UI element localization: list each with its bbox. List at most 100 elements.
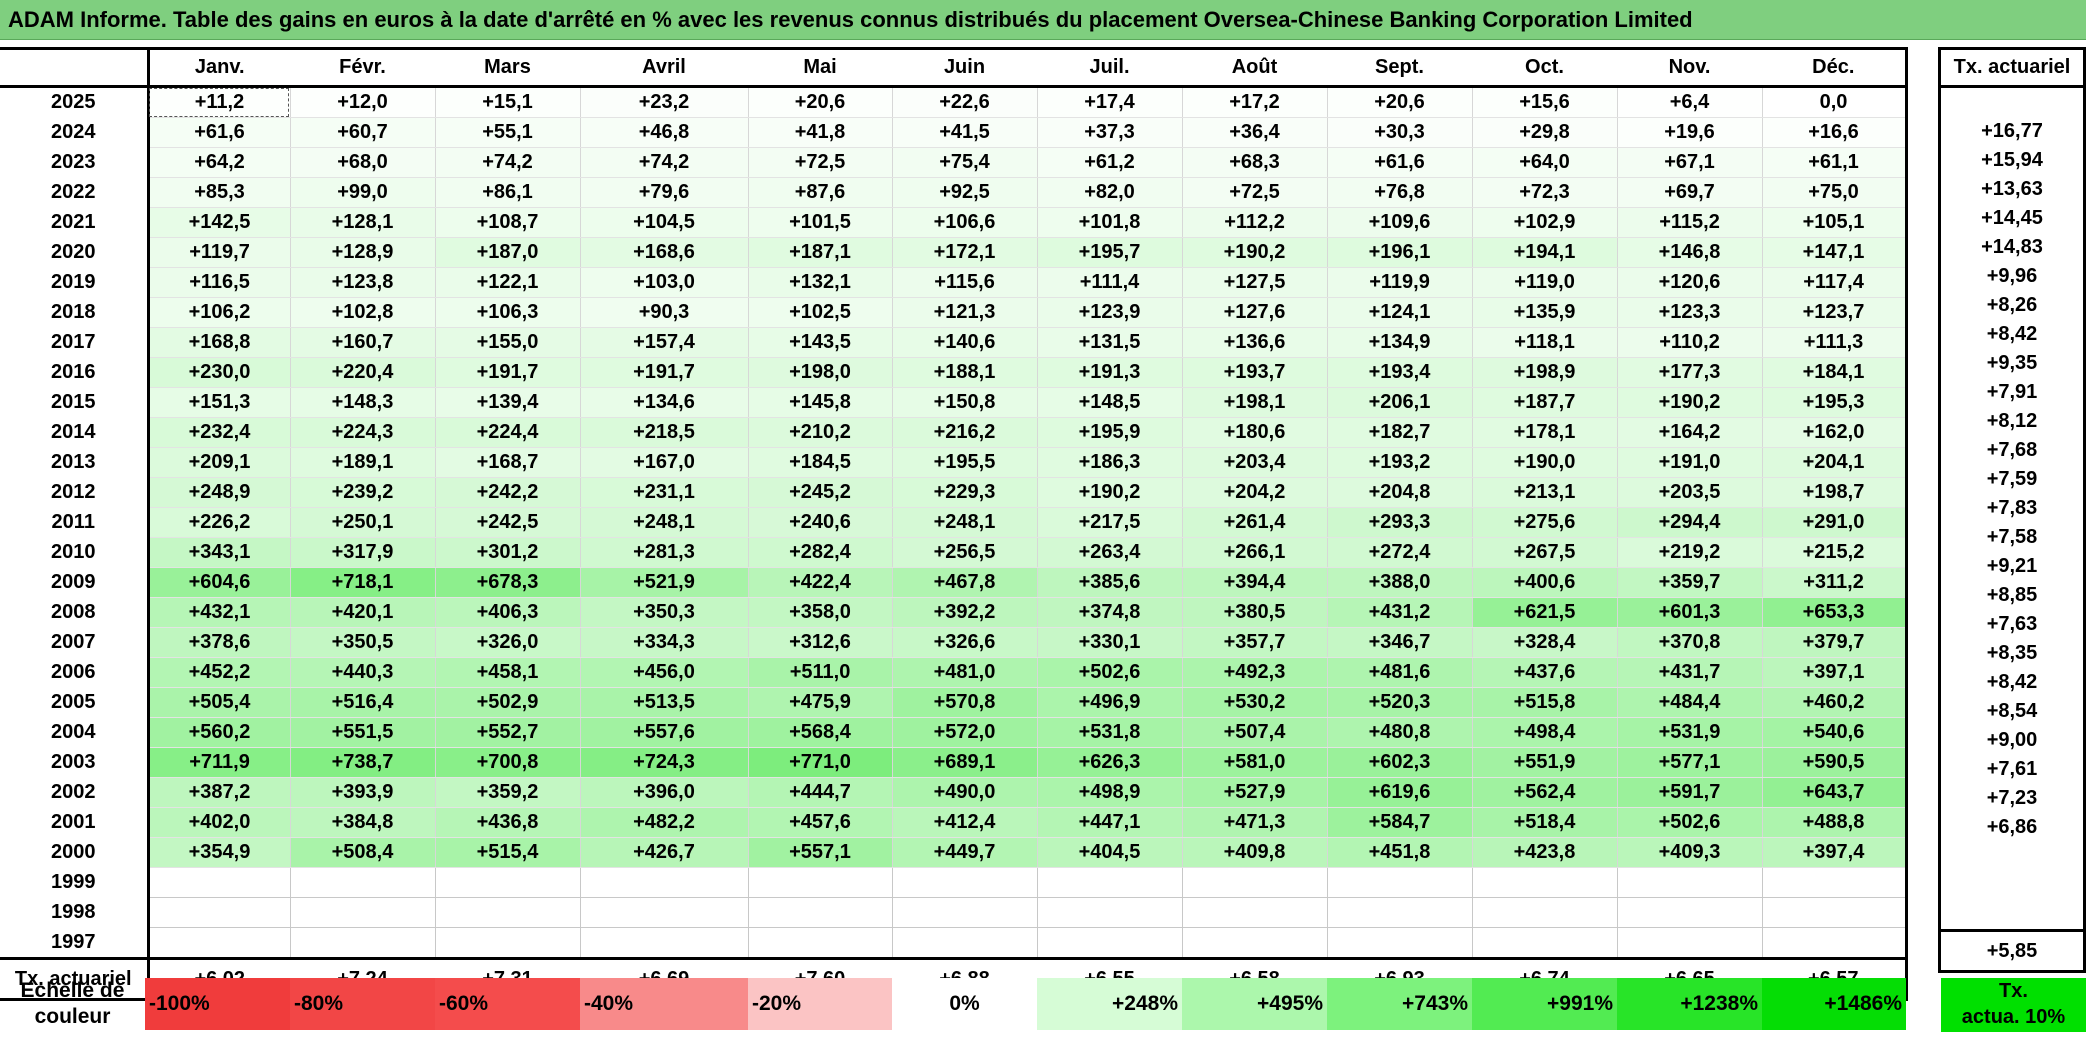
gain-cell: +111,3: [1761, 327, 1908, 358]
gain-cell: +242,5: [434, 507, 580, 538]
gain-cell: +29,8: [1471, 117, 1617, 148]
gain-cell: +513,5: [579, 687, 748, 718]
gain-cell: +231,1: [579, 477, 748, 508]
gain-cell: +326,6: [891, 627, 1037, 658]
gain-cell: +102,8: [289, 297, 435, 328]
gain-cell: +220,4: [289, 357, 435, 388]
gain-cell: +20,6: [747, 86, 892, 118]
gain-cell: +357,7: [1181, 627, 1327, 658]
month-header: Mai: [748, 47, 892, 88]
gain-cell: +261,4: [1181, 507, 1327, 538]
gain-cell: +134,6: [579, 387, 748, 418]
gain-cell: +101,5: [747, 207, 892, 238]
gain-cell: +457,6: [747, 807, 892, 838]
month-header: Janv.: [148, 47, 290, 88]
year-label: 2015: [0, 387, 150, 418]
gain-cell: +79,6: [579, 177, 748, 208]
month-header: Nov.: [1617, 47, 1762, 88]
gain-cell: +409,8: [1181, 837, 1327, 868]
color-scale-step: +495%: [1182, 978, 1327, 1030]
gain-cell: +140,6: [891, 327, 1037, 358]
gain-cell: +216,2: [891, 417, 1037, 448]
gain-cell: +90,3: [579, 297, 748, 328]
gain-cell: +132,1: [747, 267, 892, 298]
gain-cell: +6,4: [1616, 86, 1762, 118]
gain-cell: [1181, 867, 1327, 898]
gain-cell: +215,2: [1761, 537, 1908, 568]
gain-cell: [1616, 867, 1762, 898]
gain-cell: +157,4: [579, 327, 748, 358]
annual-rate-cell: +7,68: [1938, 436, 2086, 465]
gain-cell: +204,8: [1326, 477, 1472, 508]
gain-cell: +195,3: [1761, 387, 1908, 418]
gain-cell: +378,6: [147, 627, 290, 658]
gain-cell: +167,0: [579, 447, 748, 478]
gain-cell: +145,8: [747, 387, 892, 418]
gain-cell: +116,5: [147, 267, 290, 298]
gain-cell: +105,1: [1761, 207, 1908, 238]
gain-cell: +577,1: [1616, 747, 1762, 778]
gain-cell: +61,6: [1326, 147, 1472, 178]
annual-rate-cell: [1938, 871, 2086, 900]
gain-cell: +69,7: [1616, 177, 1762, 208]
gain-cell: +139,4: [434, 387, 580, 418]
gain-cell: +484,4: [1616, 687, 1762, 718]
year-label: 2013: [0, 447, 150, 478]
year-label: 2020: [0, 237, 150, 268]
gain-cell: +164,2: [1616, 417, 1762, 448]
year-row: 2023 +64,2 +68,0 +74,2 +74,2 +72,5 +75,4 +61,2 +…: [0, 147, 1908, 178]
gain-cell: +16,6: [1761, 117, 1908, 148]
gain-cell: +213,1: [1471, 477, 1617, 508]
gain-cell: +431,2: [1326, 597, 1472, 628]
color-scale-step: -100%: [145, 978, 290, 1030]
gain-cell: [1326, 867, 1472, 898]
gain-cell: +475,9: [747, 687, 892, 718]
month-header: Juin: [892, 47, 1037, 88]
gain-cell: +570,8: [891, 687, 1037, 718]
annual-rate-cell: +9,96: [1938, 262, 2086, 291]
gain-cell: +123,8: [289, 267, 435, 298]
gain-cell: [147, 867, 290, 898]
gain-cell: +109,6: [1326, 207, 1472, 238]
gain-cell: +440,3: [289, 657, 435, 688]
year-row: 2020 +119,7 +128,9 +187,0 +168,6 +187,1 +172,1…: [0, 237, 1908, 268]
gain-cell: +508,4: [289, 837, 435, 868]
gain-cell: +187,7: [1471, 387, 1617, 418]
color-scale-step: -80%: [290, 978, 435, 1030]
year-label: 2000: [0, 837, 150, 868]
gain-cell: +11,2: [147, 86, 290, 118]
annual-rate-cell: +8,85: [1938, 581, 2086, 610]
gain-cell: +17,4: [1036, 86, 1182, 118]
gain-cell: [579, 867, 748, 898]
gain-cell: +447,1: [1036, 807, 1182, 838]
year-row: 2016 +230,0 +220,4 +191,7 +191,7 +198,0 +188,1…: [0, 357, 1908, 388]
gain-cell: +423,8: [1471, 837, 1617, 868]
gain-cell: +552,7: [434, 717, 580, 748]
gain-cell: +193,4: [1326, 357, 1472, 388]
gain-cell: +515,4: [434, 837, 580, 868]
gain-cell: +168,7: [434, 447, 580, 478]
gain-cell: +121,3: [891, 297, 1037, 328]
gain-cell: +230,0: [147, 357, 290, 388]
gain-cell: +55,1: [434, 117, 580, 148]
year-row: 2004 +560,2 +551,5 +552,7 +557,6 +568,4 +572,0…: [0, 717, 1908, 748]
color-scale-step: -20%: [748, 978, 892, 1030]
gain-cell: +420,1: [289, 597, 435, 628]
gain-cell: +198,7: [1761, 477, 1908, 508]
gain-cell: +422,4: [747, 567, 892, 598]
gain-cell: +106,3: [434, 297, 580, 328]
gain-cell: +148,3: [289, 387, 435, 418]
gains-table: Janv. Févr. Mars Avril Mai Juin Juil. Ao…: [0, 47, 1908, 1001]
gain-cell: +397,4: [1761, 837, 1908, 868]
gain-cell: +147,1: [1761, 237, 1908, 268]
gain-cell: +68,0: [289, 147, 435, 178]
gain-cell: +106,6: [891, 207, 1037, 238]
gain-cell: +123,3: [1616, 297, 1762, 328]
gain-cell: [434, 927, 580, 959]
year-row: 2011 +226,2 +250,1 +242,5 +248,1 +240,6 +248,1…: [0, 507, 1908, 538]
gain-cell: +46,8: [579, 117, 748, 148]
gain-cell: +502,6: [1036, 657, 1182, 688]
year-label: 2023: [0, 147, 150, 178]
annual-rate-cell: +7,63: [1938, 610, 2086, 639]
gain-cell: +123,9: [1036, 297, 1182, 328]
